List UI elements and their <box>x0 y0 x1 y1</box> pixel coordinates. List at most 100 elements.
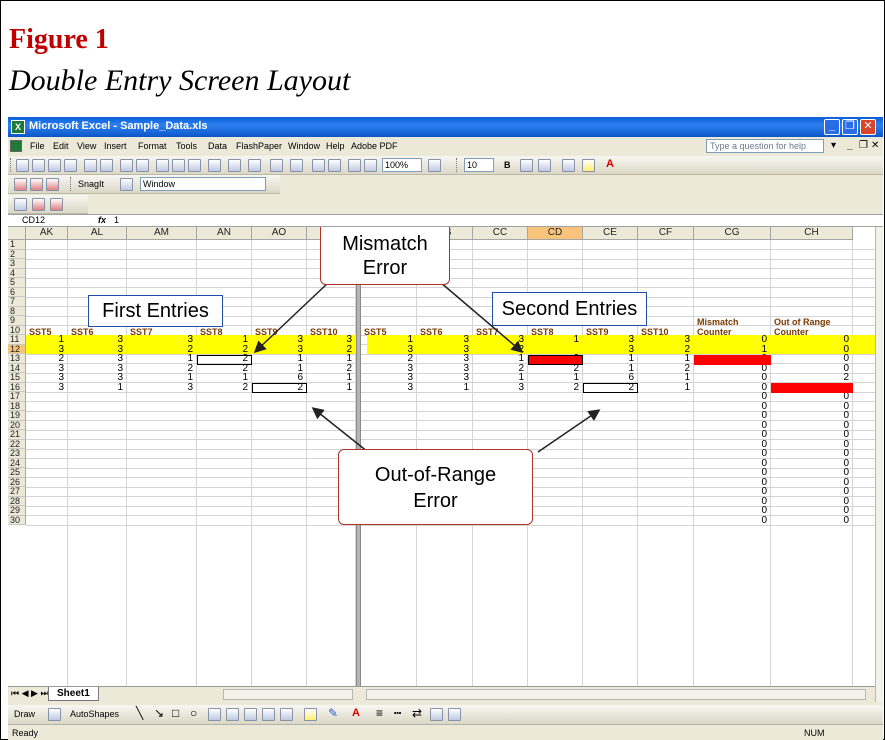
maximize-button[interactable]: ❐ <box>842 119 858 135</box>
wordart-icon[interactable] <box>226 708 239 721</box>
column-header-ak[interactable]: AK <box>26 227 68 240</box>
spelling-icon[interactable] <box>120 159 133 172</box>
column-header-cg[interactable]: CG <box>694 227 771 240</box>
draw-menu[interactable]: Draw <box>14 709 35 719</box>
help-icon[interactable] <box>428 159 441 172</box>
toolbar-grip[interactable] <box>10 158 13 172</box>
new-icon[interactable] <box>16 159 29 172</box>
select-objects-icon[interactable] <box>48 708 61 721</box>
fx-icon[interactable]: fx <box>98 215 106 225</box>
menu-data[interactable]: Data <box>208 141 227 151</box>
clipart-icon[interactable] <box>262 708 275 721</box>
name-box[interactable]: CD12 <box>8 215 88 227</box>
draw-font-color-icon[interactable]: A <box>352 707 360 719</box>
menu-window[interactable]: Window <box>288 141 320 151</box>
sheet-tab-sheet1[interactable]: Sheet1 <box>48 687 99 701</box>
pdf-email-icon[interactable] <box>30 178 43 191</box>
help-dropdown-icon[interactable]: ▾ <box>831 140 836 151</box>
rectangle-icon[interactable]: □ <box>172 706 179 720</box>
zoom-select[interactable]: 100% <box>382 158 422 172</box>
hyperlink-icon[interactable] <box>270 159 283 172</box>
menu-file[interactable]: File <box>30 141 45 151</box>
3d-icon[interactable] <box>448 708 461 721</box>
shadow-icon[interactable] <box>430 708 443 721</box>
menu-help[interactable]: Help <box>326 141 345 151</box>
help-search-input[interactable]: Type a question for help <box>706 139 824 153</box>
form-icon[interactable] <box>32 198 45 211</box>
paste-icon[interactable] <box>188 159 201 172</box>
document-icon[interactable] <box>10 140 22 152</box>
toolbar-grip-2[interactable] <box>456 158 459 172</box>
close-button[interactable]: ✕ <box>860 119 876 135</box>
align-center-icon[interactable] <box>538 159 551 172</box>
menu-adobe-pdf[interactable]: Adobe PDF <box>351 141 398 151</box>
line-style-icon[interactable]: ≡ <box>376 706 383 720</box>
undo-icon[interactable] <box>228 159 241 172</box>
sort-ascending-icon[interactable] <box>312 159 325 172</box>
capture-mode-select[interactable]: Window <box>140 177 266 191</box>
copy-icon[interactable] <box>172 159 185 172</box>
report-icon[interactable] <box>50 198 63 211</box>
textbox-icon[interactable] <box>208 708 221 721</box>
row-header-30[interactable]: 30 <box>8 515 26 525</box>
drawing-icon[interactable] <box>364 159 377 172</box>
horizontal-scrollbar-right[interactable] <box>366 689 866 700</box>
column-header-cd[interactable]: CD <box>528 227 583 240</box>
save-icon[interactable] <box>48 159 61 172</box>
snagit-capture-icon[interactable] <box>120 178 133 191</box>
permission-icon[interactable] <box>64 159 77 172</box>
oval-icon[interactable]: ○ <box>190 706 197 720</box>
redo-icon[interactable] <box>248 159 261 172</box>
bold-icon[interactable]: B <box>504 160 511 170</box>
column-header-cc[interactable]: CC <box>473 227 528 240</box>
autoshapes-menu[interactable]: AutoShapes <box>70 709 119 719</box>
menu-tools[interactable]: Tools <box>176 141 197 151</box>
chart-wizard-icon[interactable] <box>348 159 361 172</box>
snagit-button[interactable]: SnagIt <box>78 179 104 189</box>
dash-style-icon[interactable]: ┅ <box>394 706 401 720</box>
menu-insert[interactable]: Insert <box>104 141 127 151</box>
diagram-icon[interactable] <box>244 708 257 721</box>
print-icon[interactable] <box>84 159 97 172</box>
column-header-cf[interactable]: CF <box>638 227 694 240</box>
font-size-select[interactable]: 10 <box>464 158 494 172</box>
borders-icon[interactable] <box>562 159 575 172</box>
formula-input[interactable]: 1 <box>114 215 119 225</box>
font-color-icon[interactable]: A <box>606 158 614 170</box>
menu-edit[interactable]: Edit <box>53 141 69 151</box>
draw-fill-color-icon[interactable] <box>304 708 317 721</box>
column-header-am[interactable]: AM <box>127 227 197 240</box>
research-icon[interactable] <box>136 159 149 172</box>
clock-icon[interactable] <box>14 198 27 211</box>
doc-restore-icon[interactable]: ❐ <box>859 140 868 151</box>
column-header-al[interactable]: AL <box>68 227 127 240</box>
format-painter-icon[interactable] <box>208 159 221 172</box>
doc-close-icon[interactable]: ✕ <box>871 140 879 151</box>
menu-view[interactable]: View <box>77 141 96 151</box>
doc-minimize-icon[interactable]: _ <box>847 140 853 151</box>
arrow-style-icon[interactable]: ⇄ <box>412 706 422 720</box>
autosum-icon[interactable] <box>290 159 303 172</box>
picture-icon[interactable] <box>280 708 293 721</box>
menu-flashpaper[interactable]: FlashPaper <box>236 141 282 151</box>
pdf-review-icon[interactable] <box>46 178 59 191</box>
print-preview-icon[interactable] <box>100 159 113 172</box>
column-header-an[interactable]: AN <box>197 227 252 240</box>
column-header-ch[interactable]: CH <box>771 227 853 240</box>
arrow-icon[interactable]: ↘ <box>154 706 164 720</box>
horizontal-scrollbar-left[interactable] <box>223 689 353 700</box>
toolbar-grip-3[interactable] <box>70 177 73 191</box>
open-icon[interactable] <box>32 159 45 172</box>
fill-color-icon[interactable] <box>582 159 595 172</box>
minimize-button[interactable]: _ <box>824 119 840 135</box>
line-color-icon[interactable]: ✎ <box>328 706 338 720</box>
line-icon[interactable]: ╲ <box>136 706 143 720</box>
menu-format[interactable]: Format <box>138 141 167 151</box>
tab-scroll-icons[interactable]: ⏮ ◀ ▶ ⏭ <box>11 688 49 699</box>
column-header-ao[interactable]: AO <box>252 227 307 240</box>
cut-icon[interactable] <box>156 159 169 172</box>
worksheet-grid[interactable]: AKALAMANAOAPCACBCCCDCECFCGCH 12345678910… <box>8 227 875 686</box>
pdf-icon[interactable] <box>14 178 27 191</box>
column-header-ce[interactable]: CE <box>583 227 638 240</box>
align-left-icon[interactable] <box>520 159 533 172</box>
